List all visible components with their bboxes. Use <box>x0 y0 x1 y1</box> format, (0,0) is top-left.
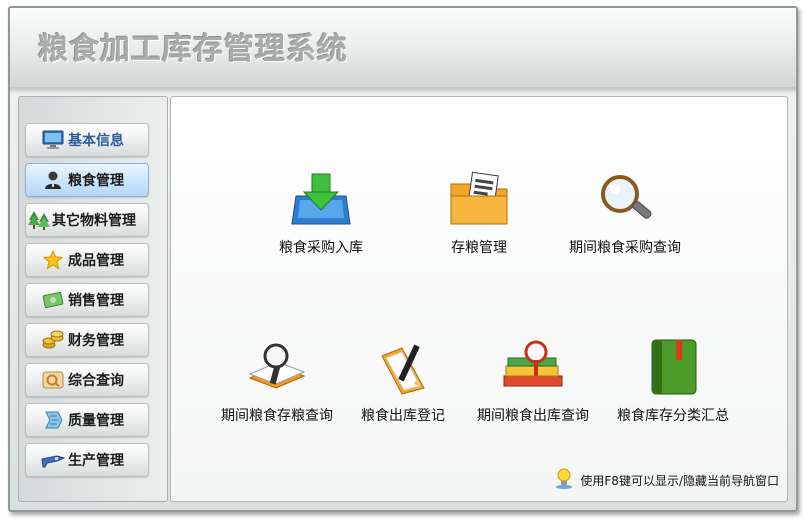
star-icon <box>40 249 66 271</box>
sidebar: 基本信息 粮食管理 其它物料管理 成品管理 销售管理 财务管理 综合查询 质量管… <box>18 96 168 502</box>
hint-bar: 使用F8键可以显示/隐藏当前导航窗口 <box>554 467 779 493</box>
sidebar-item-label: 生产管理 <box>68 453 124 469</box>
magnifier-icon <box>593 169 657 229</box>
grain-stock-category-summary-button[interactable]: 粮食库存分类汇总 <box>617 337 729 425</box>
sidebar-item-label: 其它物料管理 <box>52 213 136 229</box>
query-icon <box>40 369 66 391</box>
sidebar-item-sales[interactable]: 销售管理 <box>25 283 149 317</box>
coins-icon <box>40 329 66 351</box>
header-divider <box>10 88 796 94</box>
function-label: 期间粮食存粮查询 <box>221 408 333 424</box>
banknote-icon <box>40 289 66 311</box>
sidebar-item-label: 粮食管理 <box>68 173 124 189</box>
lightbulb-icon <box>554 467 574 493</box>
period-grain-outbound-query-button[interactable]: 期间粮食出库查询 <box>477 337 589 425</box>
app-title: 粮食加工库存管理系统 <box>38 32 348 67</box>
sidebar-item-label: 综合查询 <box>68 373 124 389</box>
grain-storage-management-button[interactable]: 存粮管理 <box>447 169 511 257</box>
folder-document-icon <box>447 169 511 229</box>
function-label: 期间粮食出库查询 <box>477 408 589 424</box>
user-icon <box>40 169 66 191</box>
sidebar-item-production[interactable]: 生产管理 <box>25 443 149 477</box>
books-magnifier-icon <box>501 337 565 397</box>
period-grain-stock-query-button[interactable]: 期间粮食存粮查询 <box>221 337 333 425</box>
main-panel: 粮食采购入库 存粮管理 期间粮食采购查询 期间粮食存粮查询 粮食出库登记 期间粮… <box>170 96 788 502</box>
grain-outbound-registration-button[interactable]: 粮食出库登记 <box>361 337 445 425</box>
quality-icon <box>40 409 66 431</box>
function-label: 存粮管理 <box>451 240 507 256</box>
function-label: 粮食采购入库 <box>279 240 363 256</box>
sidebar-item-label: 财务管理 <box>68 333 124 349</box>
sidebar-item-label: 质量管理 <box>68 413 124 429</box>
sidebar-item-finished-products[interactable]: 成品管理 <box>25 243 149 277</box>
folder-pen-icon <box>371 337 435 397</box>
trees-icon <box>28 209 50 231</box>
monitor-icon <box>40 129 66 151</box>
sidebar-item-label: 成品管理 <box>68 253 124 269</box>
period-grain-purchase-query-button[interactable]: 期间粮食采购查询 <box>569 169 681 257</box>
green-book-icon <box>641 337 705 397</box>
function-label: 期间粮食采购查询 <box>569 240 681 256</box>
sidebar-item-finance[interactable]: 财务管理 <box>25 323 149 357</box>
production-icon <box>40 449 66 471</box>
grain-purchase-inbound-button[interactable]: 粮食采购入库 <box>279 169 363 257</box>
app-window: 粮食加工库存管理系统 基本信息 粮食管理 其它物料管理 成品管理 销售管理 财务… <box>8 6 798 512</box>
sidebar-item-label: 基本信息 <box>68 133 124 149</box>
sidebar-item-label: 销售管理 <box>68 293 124 309</box>
sidebar-item-grain-management[interactable]: 粮食管理 <box>25 163 149 197</box>
inbox-download-icon <box>289 169 353 229</box>
sidebar-item-basic-info[interactable]: 基本信息 <box>25 123 149 157</box>
function-label: 粮食库存分类汇总 <box>617 408 729 424</box>
sidebar-item-comprehensive-query[interactable]: 综合查询 <box>25 363 149 397</box>
hint-text: 使用F8键可以显示/隐藏当前导航窗口 <box>580 473 779 488</box>
header-banner: 粮食加工库存管理系统 <box>10 8 796 88</box>
sidebar-item-quality[interactable]: 质量管理 <box>25 403 149 437</box>
sidebar-item-other-materials[interactable]: 其它物料管理 <box>25 203 149 237</box>
book-magnifier-icon <box>245 337 309 397</box>
function-label: 粮食出库登记 <box>361 408 445 424</box>
